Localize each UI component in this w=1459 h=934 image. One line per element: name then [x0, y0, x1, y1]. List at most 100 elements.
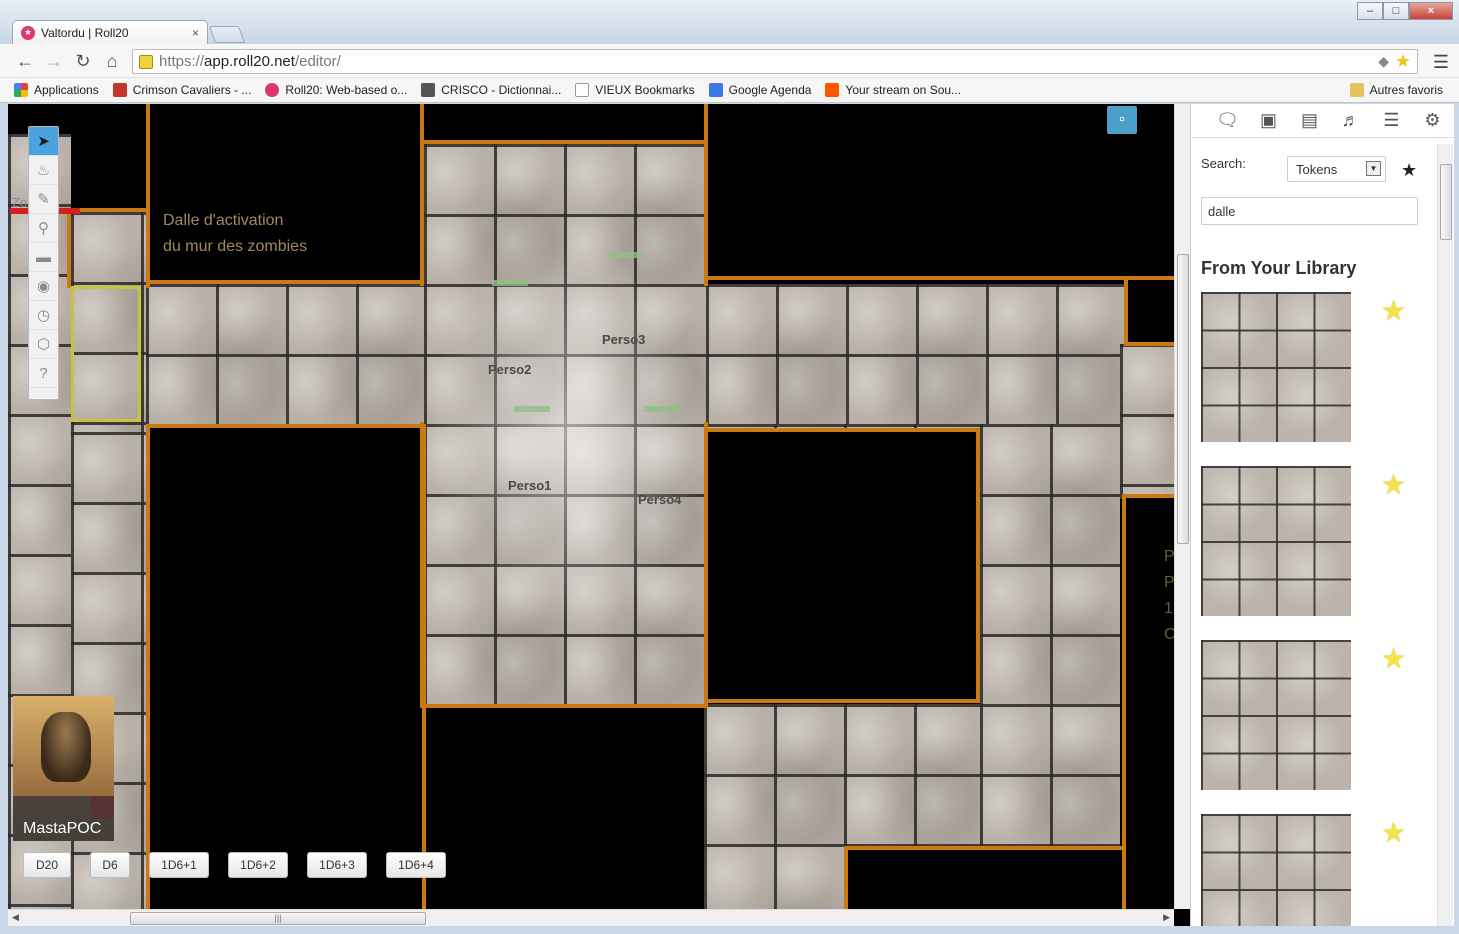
warning-lock-icon	[139, 54, 153, 69]
fog-eye-icon[interactable]: ◉	[29, 272, 58, 301]
new-tab-button[interactable]	[208, 26, 246, 43]
bookmark-label: Your stream on Sou...	[845, 83, 962, 97]
browser-tab[interactable]: ★ Valtordu | Roll20 ×	[12, 20, 208, 44]
library-search-input[interactable]	[1201, 197, 1418, 225]
vertical-scroll-thumb[interactable]	[1177, 254, 1189, 544]
favorite-star-icon[interactable]: ★	[1381, 294, 1406, 327]
other-bookmarks[interactable]: Autres favoris	[1349, 83, 1443, 97]
vertical-scrollbar[interactable]	[1174, 104, 1190, 909]
token-perso4-label[interactable]: Perso4	[638, 492, 681, 507]
activation-tile-selection[interactable]	[71, 286, 141, 422]
journal-toggle-icon[interactable]: ▫	[1107, 106, 1137, 134]
art-library-tab-icon[interactable]: ▣	[1248, 110, 1289, 131]
macro-d20-button[interactable]: D20	[23, 852, 71, 878]
macro-1d6-1-button[interactable]: 1D6+1	[149, 852, 209, 878]
void-southeast	[844, 846, 1134, 909]
wall-entry-north	[67, 208, 150, 288]
bookmark-crisco[interactable]: CRISCO - Dictionnai...	[421, 83, 561, 97]
bookmarks-bar: Applications Crimson Cavaliers - ... Rol…	[0, 78, 1459, 103]
player-name: MastaPOC	[13, 796, 114, 841]
bookmark-label: Applications	[34, 83, 99, 97]
token-health-bar	[492, 280, 528, 286]
map-note[interactable]: Dalle d'activation du mur des zombies	[163, 208, 307, 260]
scroll-left-icon[interactable]: ◀	[12, 912, 19, 923]
close-tab-icon[interactable]: ×	[192, 26, 199, 40]
token-perso3-label[interactable]: Perso3	[602, 332, 645, 347]
close-window-button[interactable]: ×	[1409, 2, 1453, 20]
sidebar-scrollbar[interactable]	[1437, 144, 1453, 926]
bookmark-label: Crimson Cavaliers - ...	[132, 83, 252, 97]
search-type-select[interactable]: Tokens ▼	[1287, 156, 1386, 182]
edge-text-3: 1	[1164, 600, 1173, 617]
chat-tab-icon[interactable]: 🗨	[1207, 110, 1248, 131]
menu-icon[interactable]: ☰	[1433, 52, 1449, 73]
token-health-bar	[608, 252, 644, 258]
macro-1d6-4-button[interactable]: 1D6+4	[386, 852, 446, 878]
collection-tab-icon[interactable]: ☰	[1371, 110, 1412, 131]
macro-1d6-3-button[interactable]: 1D6+3	[307, 852, 367, 878]
help-icon[interactable]: ?	[29, 359, 58, 388]
map-canvas[interactable]: Dalle d'activation du mur des zombies Zo…	[8, 104, 1174, 909]
zoom-icon[interactable]: ⚲	[29, 214, 58, 243]
favorite-star-icon[interactable]: ★	[1381, 642, 1406, 675]
void-east-notch	[1124, 280, 1174, 346]
bookmark-google-agenda[interactable]: Google Agenda	[708, 83, 811, 97]
jukebox-tab-icon[interactable]: ♬	[1330, 110, 1371, 131]
roll20-icon	[265, 83, 280, 97]
minimize-button[interactable]: –	[1357, 2, 1383, 20]
chevron-down-icon[interactable]: ▼	[1366, 161, 1381, 176]
horizontal-scroll-thumb[interactable]: |||	[130, 912, 426, 925]
favorite-star-icon[interactable]: ★	[1381, 468, 1406, 501]
bookmark-vieux[interactable]: VIEUX Bookmarks	[575, 83, 695, 97]
bookmark-label: VIEUX Bookmarks	[595, 83, 695, 97]
map-note-line2: du mur des zombies	[163, 238, 308, 255]
maximize-button[interactable]: □	[1383, 2, 1409, 20]
token-perso1-label[interactable]: Perso1	[508, 478, 551, 493]
favorites-star-icon[interactable]: ★	[1401, 160, 1417, 181]
bookmark-star-icon[interactable]: ★	[1395, 51, 1411, 72]
url-path: /editor/	[294, 53, 341, 70]
extension-icon[interactable]: ◆	[1378, 53, 1389, 70]
crisco-icon	[421, 83, 436, 97]
apps-grid-icon	[14, 83, 28, 97]
bookmark-roll20[interactable]: Roll20: Web-based o...	[265, 83, 407, 97]
settings-tab-icon[interactable]: ⚙	[1412, 110, 1453, 131]
token-health-bar	[644, 406, 680, 412]
scroll-right-icon[interactable]: ▶	[1163, 912, 1170, 923]
fire-layer-icon[interactable]: ♨	[29, 156, 58, 185]
browser-window: ★ Valtordu | Roll20 × – □ × ← → ↻ ⌂ http…	[0, 0, 1459, 934]
library-item[interactable]	[1201, 814, 1351, 926]
macro-bar: D20 D6 1D6+1 1D6+2 1D6+3 1D6+4	[23, 852, 465, 878]
token-perso2-label[interactable]: Perso2	[488, 362, 531, 377]
roll20-editor: Dalle d'activation du mur des zombies Zo…	[8, 104, 1454, 926]
draw-brush-icon[interactable]: ✎	[29, 185, 58, 214]
forward-arrow-icon[interactable]: →	[43, 51, 65, 71]
tab-title: Valtordu | Roll20	[41, 25, 129, 40]
reload-icon[interactable]: ↻	[72, 51, 94, 71]
macro-d6-button[interactable]: D6	[90, 852, 130, 878]
journal-tab-icon[interactable]: ▤	[1289, 110, 1330, 131]
dice-icon[interactable]: ⬡	[29, 330, 58, 359]
ruler-icon[interactable]: ▬	[29, 243, 58, 272]
void-east-room	[704, 428, 980, 703]
edge-text-1: P	[1164, 548, 1174, 565]
sidebar-scroll-thumb[interactable]	[1440, 164, 1452, 240]
back-arrow-icon[interactable]: ←	[14, 51, 36, 71]
library-item[interactable]	[1201, 466, 1351, 616]
turn-order-clock-icon[interactable]: ◷	[29, 301, 58, 330]
address-bar[interactable]: https://app.roll20.net/editor/ ◆ ★	[132, 49, 1418, 74]
horizontal-scrollbar[interactable]: ◀ ||| ▶	[8, 909, 1174, 926]
bookmark-crimson[interactable]: Crimson Cavaliers - ...	[112, 83, 252, 97]
player-avatar[interactable]: MastaPOC	[13, 696, 114, 841]
window-controls: – □ ×	[1357, 2, 1453, 20]
bookmark-soundcloud[interactable]: Your stream on Sou...	[825, 83, 961, 97]
library-item[interactable]	[1201, 292, 1351, 442]
select-tool-icon[interactable]: ➤	[29, 127, 58, 156]
bookmark-applications[interactable]: Applications	[14, 83, 99, 97]
edge-text-2: P	[1164, 574, 1174, 591]
home-icon[interactable]: ⌂	[101, 51, 123, 71]
library-item[interactable]	[1201, 640, 1351, 790]
favorite-star-icon[interactable]: ★	[1381, 816, 1406, 849]
macro-1d6-2-button[interactable]: 1D6+2	[228, 852, 288, 878]
floor-far-east	[1120, 344, 1174, 499]
